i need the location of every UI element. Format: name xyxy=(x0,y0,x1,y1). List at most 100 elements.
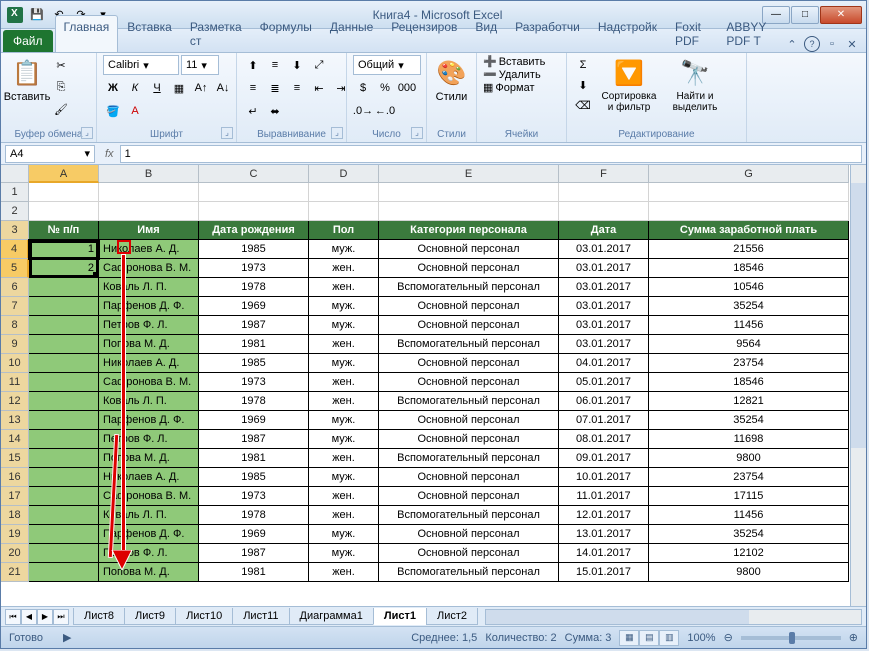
cell-F15[interactable]: 09.01.2017 xyxy=(559,449,649,468)
ribbon-tab-6[interactable]: Вид xyxy=(466,15,506,52)
tab-nav-last-icon[interactable]: ⏭ xyxy=(53,609,69,625)
cell-D11[interactable]: жен. xyxy=(309,373,379,392)
ribbon-tab-2[interactable]: Разметка ст xyxy=(181,15,251,52)
cell-G6[interactable]: 10546 xyxy=(649,278,849,297)
cell-C13[interactable]: 1969 xyxy=(199,411,309,430)
indent-dec-icon[interactable]: ⇤ xyxy=(309,78,329,98)
window-restore-icon[interactable]: ▫ xyxy=(824,36,840,52)
fill-color-icon[interactable]: 🪣 xyxy=(103,101,123,121)
app-icon[interactable] xyxy=(5,5,25,25)
cell-C20[interactable]: 1987 xyxy=(199,544,309,563)
cell-D15[interactable]: жен. xyxy=(309,449,379,468)
name-box[interactable]: A4▾ xyxy=(5,145,95,163)
cell-C21[interactable]: 1981 xyxy=(199,563,309,582)
cell-F16[interactable]: 10.01.2017 xyxy=(559,468,649,487)
cell-C11[interactable]: 1973 xyxy=(199,373,309,392)
cell-G7[interactable]: 35254 xyxy=(649,297,849,316)
cell-G1[interactable] xyxy=(649,183,849,202)
cell-B2[interactable] xyxy=(99,202,199,221)
border-icon[interactable]: ▦ xyxy=(169,78,189,98)
cell-E6[interactable]: Вспомогательный персонал xyxy=(379,278,559,297)
row-header-2[interactable]: 2 xyxy=(1,202,29,221)
ribbon-tab-9[interactable]: Foxit PDF xyxy=(666,15,717,52)
ribbon-tab-5[interactable]: Рецензиров xyxy=(382,15,466,52)
cell-E13[interactable]: Основной персонал xyxy=(379,411,559,430)
cell-E10[interactable]: Основной персонал xyxy=(379,354,559,373)
save-icon[interactable]: 💾 xyxy=(27,5,47,25)
cell-A21[interactable] xyxy=(29,563,99,582)
cell-A4[interactable]: 1 xyxy=(29,240,99,259)
font-color-icon[interactable]: A xyxy=(125,101,145,121)
cell-A19[interactable] xyxy=(29,525,99,544)
grow-font-icon[interactable]: A↑ xyxy=(191,78,211,98)
cell-F21[interactable]: 15.01.2017 xyxy=(559,563,649,582)
column-header-C[interactable]: C xyxy=(199,165,309,183)
sheet-tab-1[interactable]: Лист9 xyxy=(124,608,176,625)
cell-F4[interactable]: 03.01.2017 xyxy=(559,240,649,259)
cell-D7[interactable]: муж. xyxy=(309,297,379,316)
cell-G16[interactable]: 23754 xyxy=(649,468,849,487)
align-dialog-launcher[interactable]: ⌟ xyxy=(331,127,343,139)
row-header-13[interactable]: 13 xyxy=(1,411,29,430)
cell-E9[interactable]: Вспомогательный персонал xyxy=(379,335,559,354)
cell-D9[interactable]: жен. xyxy=(309,335,379,354)
row-header-20[interactable]: 20 xyxy=(1,544,29,563)
cell-G5[interactable]: 18546 xyxy=(649,259,849,278)
row-header-10[interactable]: 10 xyxy=(1,354,29,373)
copy-icon[interactable]: ⎘ xyxy=(51,77,71,97)
cell-B13[interactable]: Парфенов Д. Ф. xyxy=(99,411,199,430)
cell-A2[interactable] xyxy=(29,202,99,221)
sheet-tab-4[interactable]: Диаграмма1 xyxy=(289,608,374,625)
formula-input[interactable]: 1 xyxy=(120,145,862,163)
cell-G8[interactable]: 11456 xyxy=(649,316,849,335)
cell-B14[interactable]: Петров Ф. Л. xyxy=(99,430,199,449)
cell-A10[interactable] xyxy=(29,354,99,373)
cell-B12[interactable]: Коваль Л. П. xyxy=(99,392,199,411)
normal-view-icon[interactable]: ▦ xyxy=(619,630,639,646)
cell-G20[interactable]: 12102 xyxy=(649,544,849,563)
column-header-E[interactable]: E xyxy=(379,165,559,183)
align-top-icon[interactable]: ⬆ xyxy=(243,55,263,75)
cell-E1[interactable] xyxy=(379,183,559,202)
row-header-7[interactable]: 7 xyxy=(1,297,29,316)
close-button[interactable]: ✕ xyxy=(820,6,862,24)
cell-A13[interactable] xyxy=(29,411,99,430)
cell-D3[interactable]: Пол xyxy=(309,221,379,240)
cell-B4[interactable]: Николаев А. Д. xyxy=(99,240,199,259)
cell-B3[interactable]: Имя xyxy=(99,221,199,240)
ribbon-tab-10[interactable]: ABBYY PDF T xyxy=(717,15,784,52)
vertical-scrollbar[interactable] xyxy=(850,165,866,606)
comma-icon[interactable]: 000 xyxy=(397,78,417,98)
clear-icon[interactable]: ⌫ xyxy=(573,95,593,115)
cell-B10[interactable]: Николаев А. Д. xyxy=(99,354,199,373)
cell-F2[interactable] xyxy=(559,202,649,221)
cell-G15[interactable]: 9800 xyxy=(649,449,849,468)
column-header-B[interactable]: B xyxy=(99,165,199,183)
cell-G9[interactable]: 9564 xyxy=(649,335,849,354)
row-header-17[interactable]: 17 xyxy=(1,487,29,506)
cell-G18[interactable]: 11456 xyxy=(649,506,849,525)
ribbon-minimize-icon[interactable]: ⌃ xyxy=(784,36,800,52)
tab-nav-first-icon[interactable]: ⏮ xyxy=(5,609,21,625)
cell-A1[interactable] xyxy=(29,183,99,202)
sort-filter-button[interactable]: 🔽 Сортировка и фильтр xyxy=(597,55,661,115)
styles-button[interactable]: 🎨 Стили xyxy=(433,55,470,105)
cell-B5[interactable]: Сафронова В. М. xyxy=(99,259,199,278)
cell-C17[interactable]: 1973 xyxy=(199,487,309,506)
cell-F9[interactable]: 03.01.2017 xyxy=(559,335,649,354)
cell-F13[interactable]: 07.01.2017 xyxy=(559,411,649,430)
align-right-icon[interactable]: ≡ xyxy=(287,78,307,98)
cell-D8[interactable]: муж. xyxy=(309,316,379,335)
row-header-16[interactable]: 16 xyxy=(1,468,29,487)
sheet-tab-6[interactable]: Лист2 xyxy=(426,608,478,625)
cell-C15[interactable]: 1981 xyxy=(199,449,309,468)
underline-icon[interactable]: Ч xyxy=(147,78,167,98)
cell-C1[interactable] xyxy=(199,183,309,202)
align-bottom-icon[interactable]: ⬇ xyxy=(287,55,307,75)
cell-D6[interactable]: жен. xyxy=(309,278,379,297)
cell-E16[interactable]: Основной персонал xyxy=(379,468,559,487)
cell-D12[interactable]: жен. xyxy=(309,392,379,411)
cell-G2[interactable] xyxy=(649,202,849,221)
cell-B7[interactable]: Парфенов Д. Ф. xyxy=(99,297,199,316)
cell-F5[interactable]: 03.01.2017 xyxy=(559,259,649,278)
